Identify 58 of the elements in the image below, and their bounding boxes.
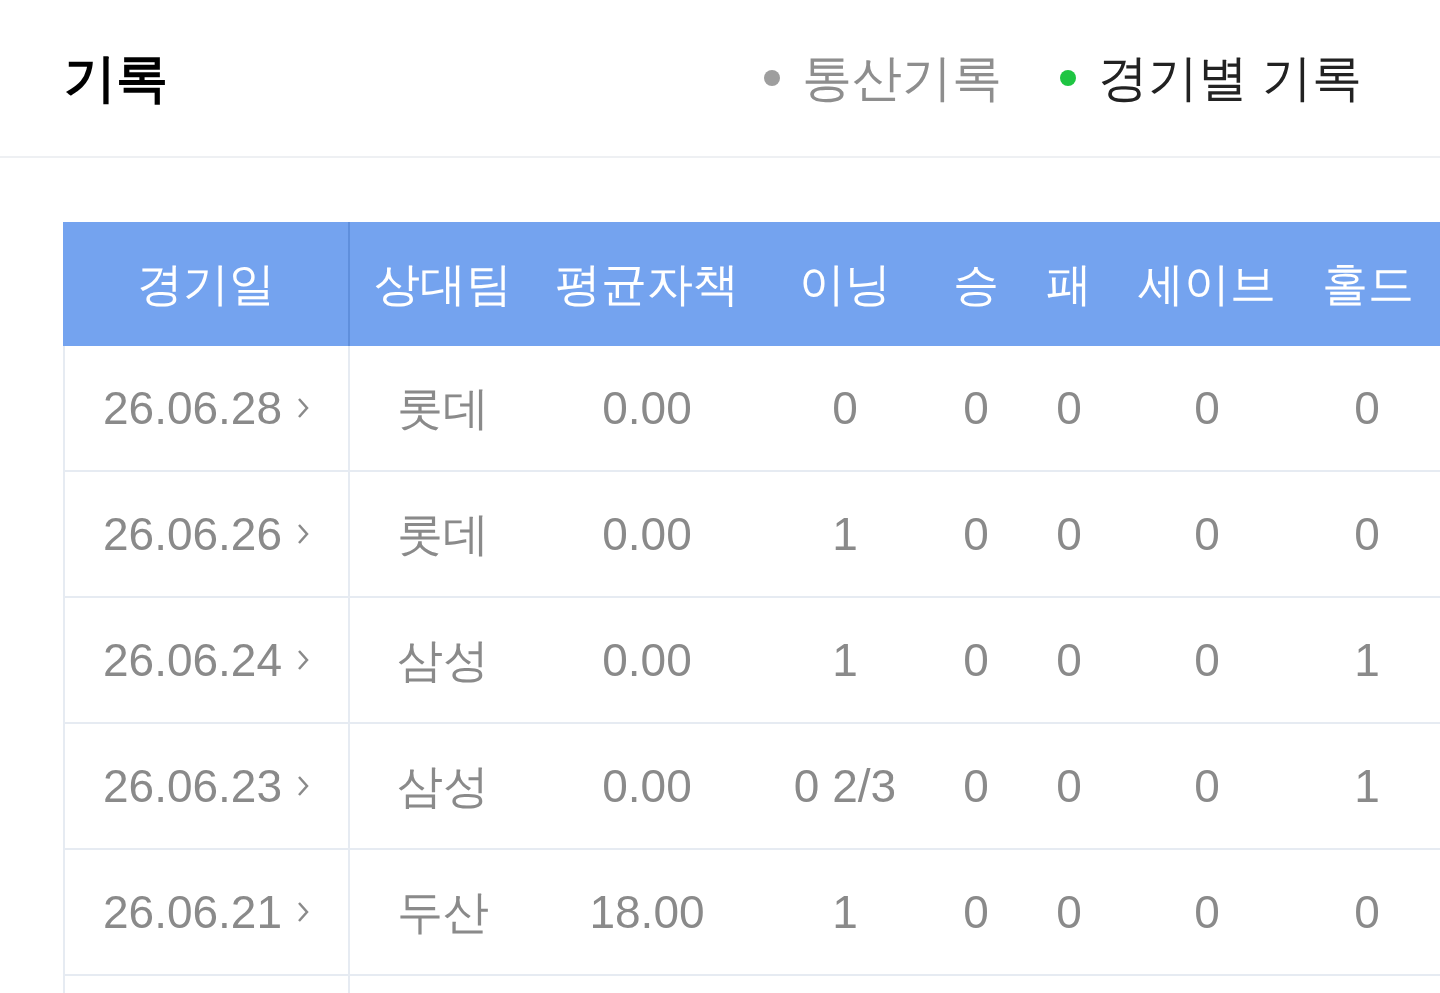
table-cell-text: 0: [1353, 380, 1381, 436]
column-header: 경기일: [63, 222, 350, 346]
table-cell-text: 0: [962, 506, 990, 562]
table-cell-text: 0.00: [601, 632, 693, 688]
table-cell-text: 18.00: [588, 884, 706, 940]
table-cell-text: 0.00: [601, 380, 693, 436]
chevron-right-icon: [296, 648, 311, 672]
column-header: 승: [952, 256, 1000, 312]
table-cell-text: 1: [831, 884, 859, 940]
table-cell-text: 0 2/3: [792, 758, 898, 814]
table-cell-text: 0: [1193, 758, 1221, 814]
table-cell-text: 0: [1055, 506, 1083, 562]
column-header: 패: [1045, 256, 1093, 312]
table-cell-text: 0.00: [601, 506, 693, 562]
table-cell-text: 0: [962, 758, 990, 814]
table-cell-text: 1: [831, 632, 859, 688]
table-cell-text: 0: [962, 380, 990, 436]
game-date-link[interactable]: 26.06.21: [102, 877, 283, 947]
table-cell-text: 0: [1055, 380, 1083, 436]
bullet-icon: [764, 70, 781, 86]
table-cell-text: 1: [1353, 758, 1381, 814]
column-header: 이닝: [798, 256, 892, 312]
game-date-link[interactable]: 26.06.24: [102, 625, 283, 695]
column-header: 상대팀: [373, 256, 513, 312]
chevron-right-icon: [296, 396, 311, 420]
table-cell-text: 0: [1193, 380, 1221, 436]
view-tab[interactable]: 통산기록: [764, 40, 1003, 116]
table-cell-text: 0: [1193, 884, 1221, 940]
page-title: 기록: [64, 48, 168, 109]
table-cell-text: 1: [831, 506, 859, 562]
column-header: 홀드: [1321, 256, 1415, 312]
table-cell-text: 0: [1353, 884, 1381, 940]
chevron-right-icon: [296, 774, 311, 798]
game-date-link[interactable]: 26.06.23: [102, 751, 283, 821]
table-cell-text: 0.00: [601, 758, 693, 814]
game-date-link[interactable]: 26.06.26: [102, 499, 283, 569]
table-cell-text: 삼성: [396, 632, 490, 688]
table-cell-text: 1: [1353, 632, 1381, 688]
table-cell-text: 0: [1055, 884, 1083, 940]
chevron-right-icon: [296, 522, 311, 546]
chevron-right-icon: [296, 900, 311, 924]
column-header: 세이브: [1137, 256, 1277, 312]
table-cell-text: 0: [962, 884, 990, 940]
table-cell-text: 0: [1353, 506, 1381, 562]
table-cell-text: 롯데: [396, 380, 490, 436]
column-header: 평균자책: [554, 256, 740, 312]
table-cell-text: 삼성: [396, 758, 490, 814]
table-cell-text: 0: [1193, 632, 1221, 688]
table-cell-text: 0: [1055, 632, 1083, 688]
view-tab[interactable]: 경기별 기록: [1060, 40, 1362, 116]
game-date-link[interactable]: 26.06.28: [102, 373, 283, 443]
table-cell-text: 0: [1055, 758, 1083, 814]
table-cell-text: 0: [831, 380, 859, 436]
table-cell-text: 두산: [396, 884, 490, 940]
table-cell-text: 롯데: [396, 506, 490, 562]
table-cell-text: 0: [1193, 506, 1221, 562]
table-cell-text: 0: [962, 632, 990, 688]
bullet-icon: [1060, 70, 1077, 86]
